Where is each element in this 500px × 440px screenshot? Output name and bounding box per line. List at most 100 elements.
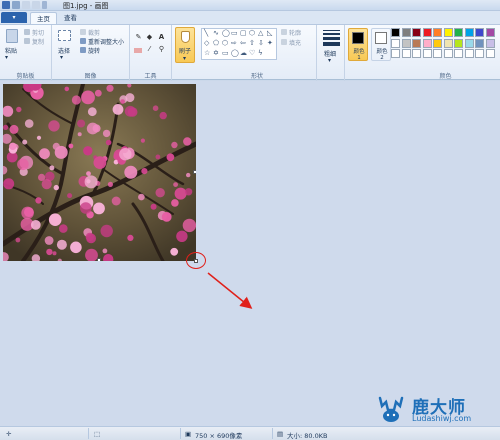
five-point-star-shape-icon[interactable]: ☆: [204, 50, 210, 57]
fill-bucket-icon[interactable]: ◆: [145, 33, 154, 42]
cut-button[interactable]: 剪切: [32, 28, 44, 37]
fill-icon[interactable]: [281, 39, 287, 45]
right-arrow-shape-icon[interactable]: ⇨: [231, 40, 237, 47]
rotate-button[interactable]: 旋转: [88, 46, 100, 55]
hexagon-shape-icon[interactable]: ⬡: [222, 40, 228, 47]
resize-button[interactable]: 重新调整大小: [88, 37, 124, 46]
palette-swatch[interactable]: [443, 49, 453, 58]
file-size-icon: ▤: [277, 430, 284, 438]
left-arrow-shape-icon[interactable]: ⇦: [240, 40, 246, 47]
palette-swatch[interactable]: [464, 49, 474, 58]
eraser-icon[interactable]: [134, 48, 142, 53]
color1-button[interactable]: 颜色 1: [348, 28, 368, 61]
tab-view[interactable]: 查看: [58, 12, 83, 24]
callout-cloud-shape-icon[interactable]: ☁: [240, 50, 247, 57]
magnifier-icon[interactable]: ⚲: [157, 45, 166, 54]
triangle-shape-icon[interactable]: △: [258, 30, 263, 37]
outline-icon[interactable]: [281, 29, 287, 35]
rounded-rectangle-shape-icon[interactable]: ▢: [240, 30, 247, 37]
color2-button[interactable]: 颜色 2: [371, 28, 391, 61]
palette-swatch[interactable]: [433, 28, 442, 37]
palette-swatch[interactable]: [464, 28, 474, 37]
palette-swatch[interactable]: [412, 49, 421, 58]
rectangle-shape-icon[interactable]: ▭: [231, 30, 238, 37]
rotate-icon[interactable]: [80, 47, 86, 53]
copy-icon[interactable]: [24, 38, 30, 44]
shapes-gallery[interactable]: ╲ ∿ ◯ ▭ ▢ ⬡ △ ◺ ◇ ⬠ ⬡ ⇨ ⇦ ⇧ ⇩ ✦ ☆ ✡ ▭ ◯ …: [201, 28, 277, 60]
palette-swatch[interactable]: [401, 49, 411, 58]
resize-icon[interactable]: [80, 38, 86, 44]
diamond-shape-icon[interactable]: ◇: [204, 40, 209, 47]
palette-swatch[interactable]: [485, 28, 495, 37]
palette-swatch[interactable]: [401, 38, 411, 48]
image-size-icon: ▣: [185, 430, 192, 438]
callout-oval-shape-icon[interactable]: ◯: [231, 50, 239, 57]
quick-access-toolbar: [2, 1, 47, 9]
palette-swatch[interactable]: [475, 28, 484, 37]
paste-icon[interactable]: [6, 29, 18, 43]
crop-button[interactable]: 裁剪: [88, 28, 100, 37]
palette-swatch[interactable]: [433, 49, 442, 58]
palette-swatch[interactable]: [422, 38, 432, 48]
heart-shape-icon[interactable]: ♡: [249, 50, 255, 57]
undo-icon[interactable]: [22, 1, 30, 9]
color-picker-icon[interactable]: ⁄: [145, 45, 154, 54]
redo-icon[interactable]: [32, 1, 40, 9]
palette-swatch[interactable]: [443, 38, 453, 48]
brushes-button[interactable]: 刷子 ▾: [175, 27, 195, 63]
color1-swatch: [352, 32, 364, 44]
palette-swatch[interactable]: [412, 38, 421, 48]
curve-shape-icon[interactable]: ∿: [213, 30, 219, 37]
palette-swatch[interactable]: [485, 38, 495, 48]
paste-dropdown-icon[interactable]: ▾: [5, 54, 8, 61]
down-arrow-shape-icon[interactable]: ⇩: [258, 40, 264, 47]
palette-swatch[interactable]: [464, 38, 474, 48]
cut-icon[interactable]: [24, 29, 30, 35]
polygon-shape-icon[interactable]: ⬡: [249, 30, 255, 37]
palette-swatch[interactable]: [485, 49, 495, 58]
six-point-star-shape-icon[interactable]: ✡: [213, 50, 219, 57]
customize-qat-icon[interactable]: [42, 1, 47, 9]
size-dropdown-icon[interactable]: ▾: [328, 57, 331, 64]
palette-swatch[interactable]: [391, 28, 400, 37]
canvas-area[interactable]: [0, 81, 500, 426]
pentagon-shape-icon[interactable]: ⬠: [213, 40, 219, 47]
select-dropdown-icon[interactable]: ▾: [60, 54, 63, 61]
outline-button[interactable]: 轮廓: [289, 28, 301, 37]
fill-button[interactable]: 填充: [289, 38, 301, 47]
palette-swatch[interactable]: [401, 28, 411, 37]
up-arrow-shape-icon[interactable]: ⇧: [249, 40, 255, 47]
palette-swatch[interactable]: [443, 28, 453, 37]
app-icon[interactable]: [2, 1, 10, 9]
color1-label: 颜色 1: [353, 49, 365, 61]
palette-swatch[interactable]: [475, 49, 484, 58]
crop-icon[interactable]: [80, 29, 86, 35]
palette-swatch[interactable]: [454, 28, 463, 37]
palette-swatch[interactable]: [422, 49, 432, 58]
four-point-star-shape-icon[interactable]: ✦: [267, 40, 273, 47]
palette-swatch[interactable]: [391, 38, 400, 48]
group-label-clipboard: 剪贴板: [16, 73, 35, 80]
right-triangle-shape-icon[interactable]: ◺: [267, 30, 272, 37]
palette-swatch[interactable]: [454, 49, 463, 58]
text-tool-icon[interactable]: A: [157, 33, 166, 42]
pencil-icon[interactable]: ✎: [134, 33, 143, 42]
copy-button[interactable]: 复制: [32, 37, 44, 46]
title-bar: 图1.jpg - 画图: [0, 0, 500, 11]
tab-home[interactable]: 主页: [30, 12, 57, 24]
palette-swatch[interactable]: [422, 28, 432, 37]
palette-swatch[interactable]: [412, 28, 421, 37]
select-icon[interactable]: [58, 30, 71, 41]
lightning-shape-icon[interactable]: ϟ: [258, 50, 263, 57]
watermark-url: Ludashiwj.com: [412, 414, 472, 423]
palette-swatch[interactable]: [433, 38, 442, 48]
line-shape-icon[interactable]: ╲: [204, 30, 208, 37]
palette-swatch[interactable]: [454, 38, 463, 48]
palette-swatch[interactable]: [391, 49, 400, 58]
callout-rect-shape-icon[interactable]: ▭: [222, 50, 229, 57]
palette-swatch[interactable]: [475, 38, 484, 48]
paint-menu-button[interactable]: ▾: [1, 12, 27, 23]
oval-shape-icon[interactable]: ◯: [222, 30, 230, 37]
save-icon[interactable]: [12, 1, 20, 9]
size-icon[interactable]: [323, 30, 340, 46]
